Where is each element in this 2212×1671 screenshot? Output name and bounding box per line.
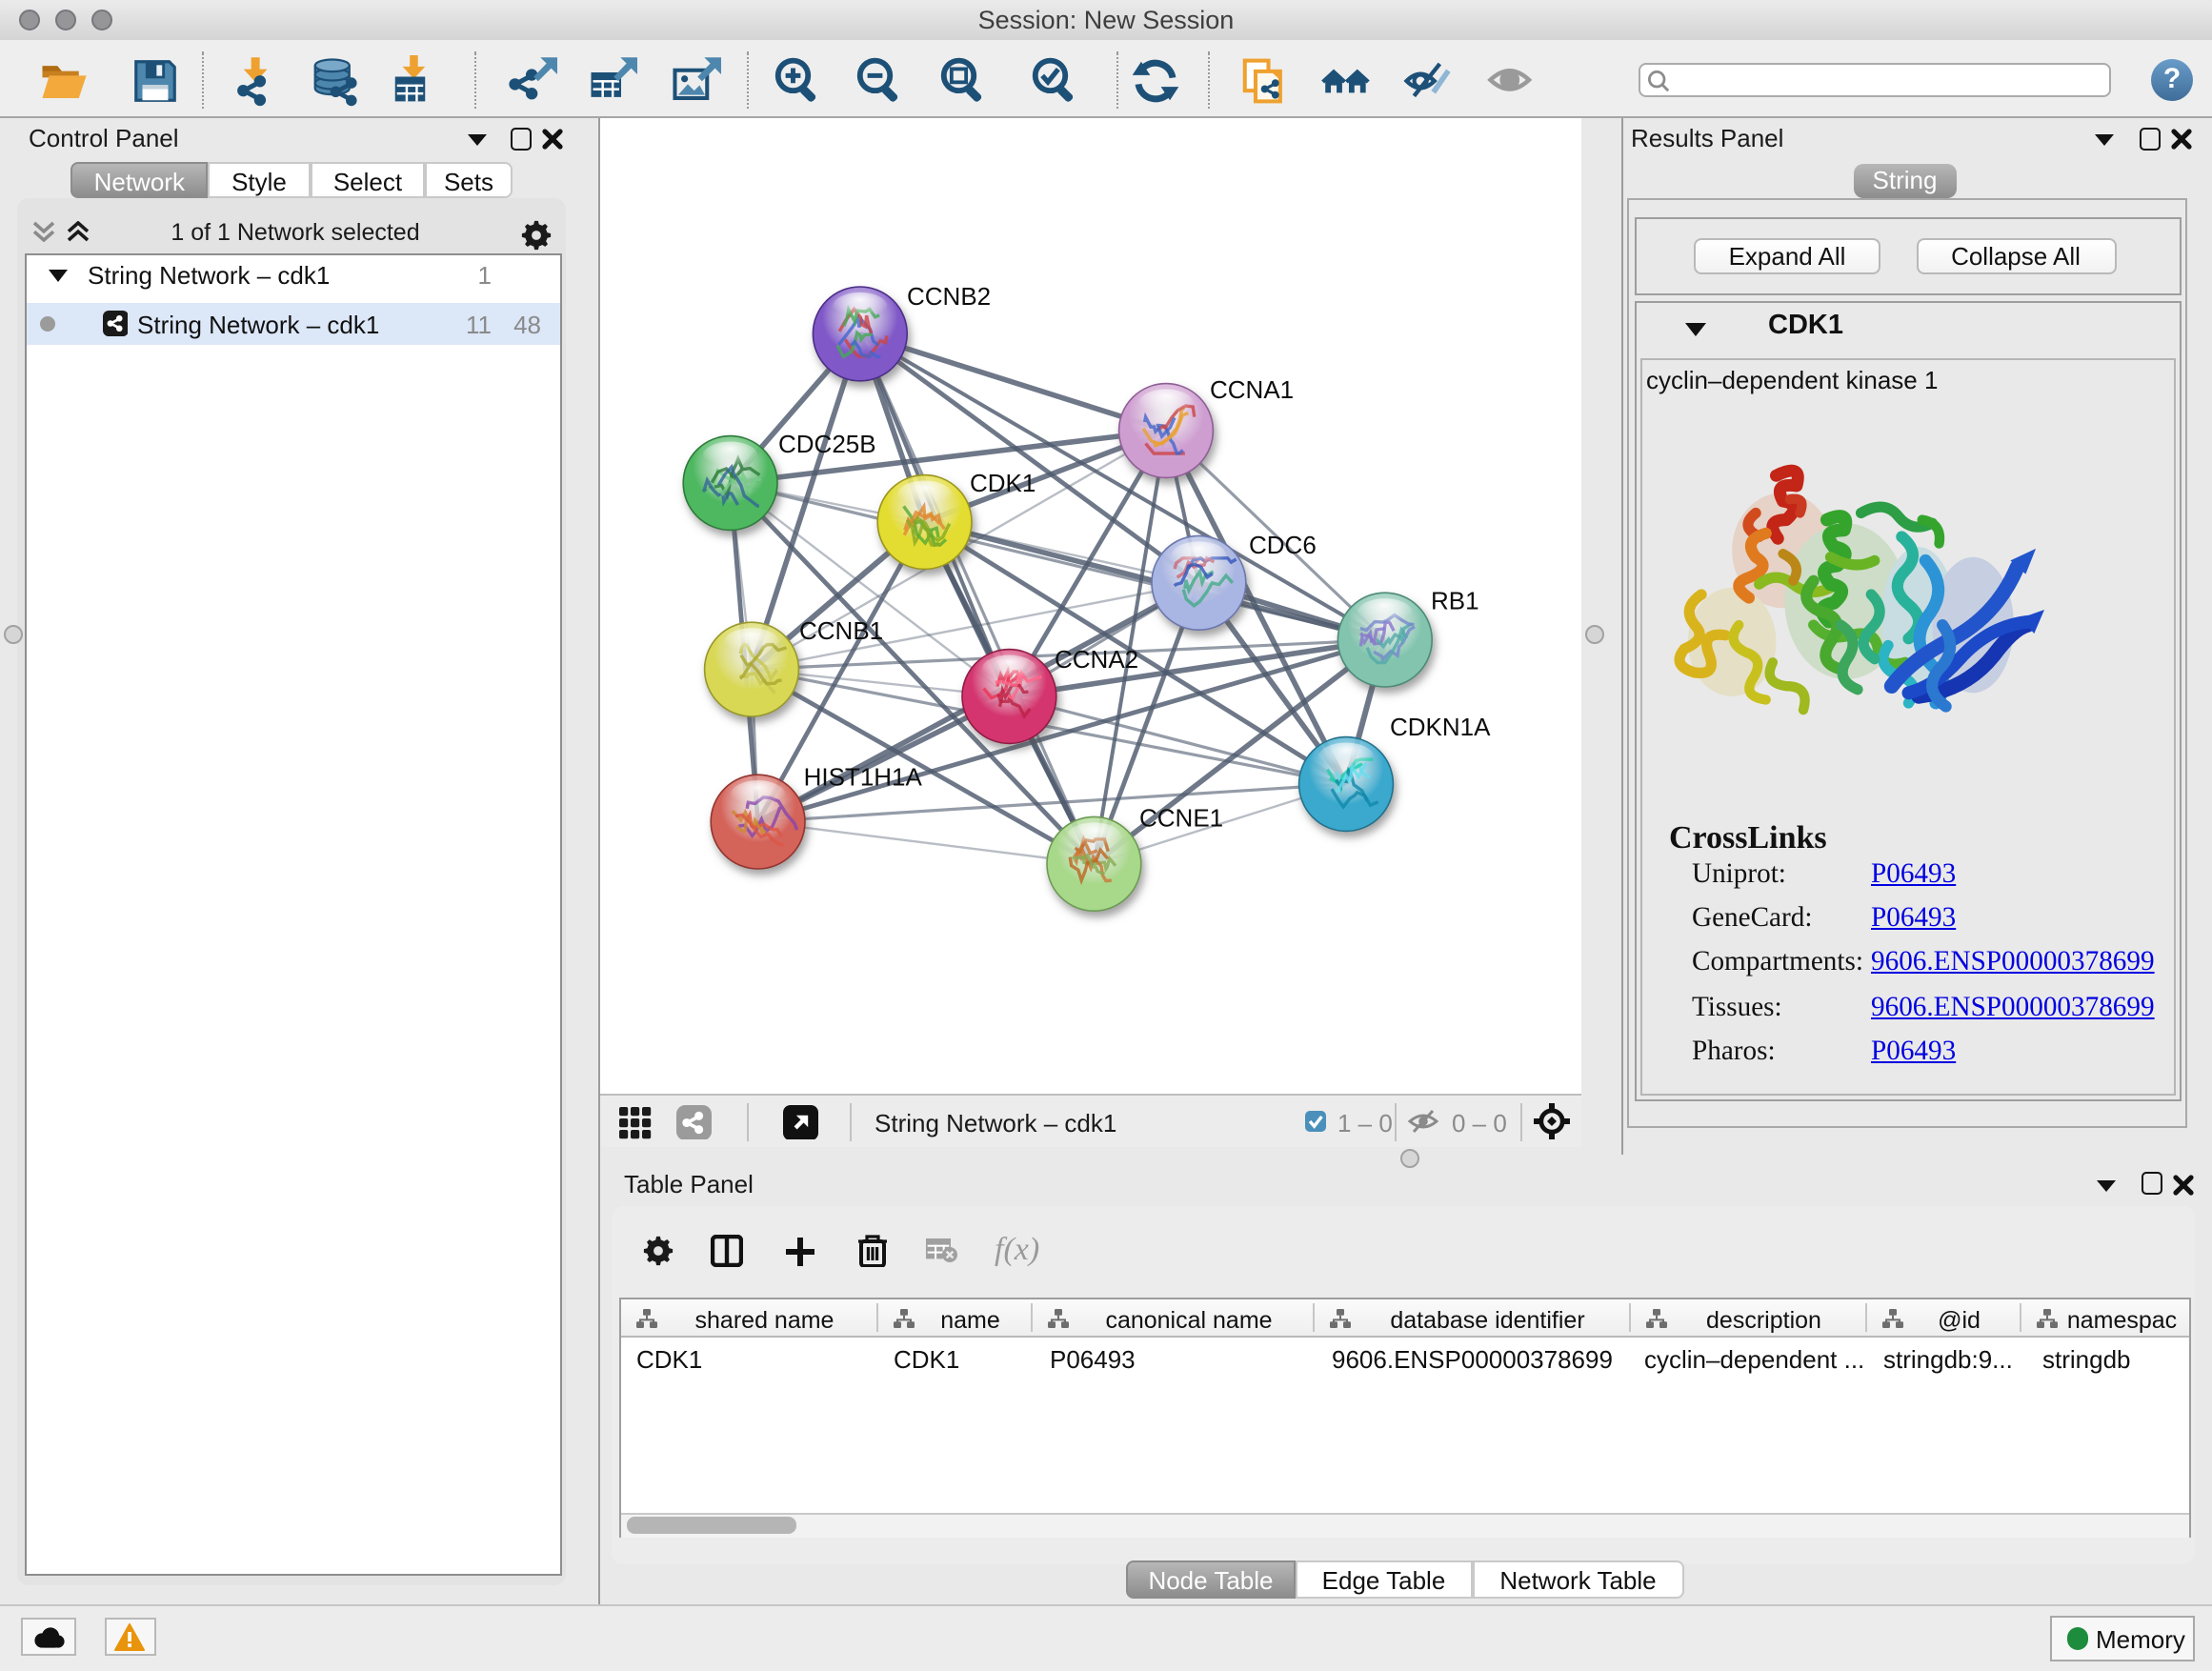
- svg-text:CDK1: CDK1: [970, 469, 1036, 497]
- svg-text:CDC25B: CDC25B: [778, 430, 876, 458]
- svg-text:HIST1H1A: HIST1H1A: [804, 763, 923, 792]
- svg-text:RB1: RB1: [1431, 587, 1479, 615]
- svg-text:CCNA2: CCNA2: [1055, 645, 1138, 674]
- svg-text:CCNE1: CCNE1: [1139, 803, 1223, 832]
- svg-text:CCNB2: CCNB2: [907, 282, 991, 311]
- svg-text:CCNA1: CCNA1: [1210, 375, 1294, 404]
- svg-text:CDKN1A: CDKN1A: [1390, 713, 1491, 741]
- svg-text:CCNB1: CCNB1: [799, 616, 883, 645]
- svg-text:CDC6: CDC6: [1249, 531, 1317, 559]
